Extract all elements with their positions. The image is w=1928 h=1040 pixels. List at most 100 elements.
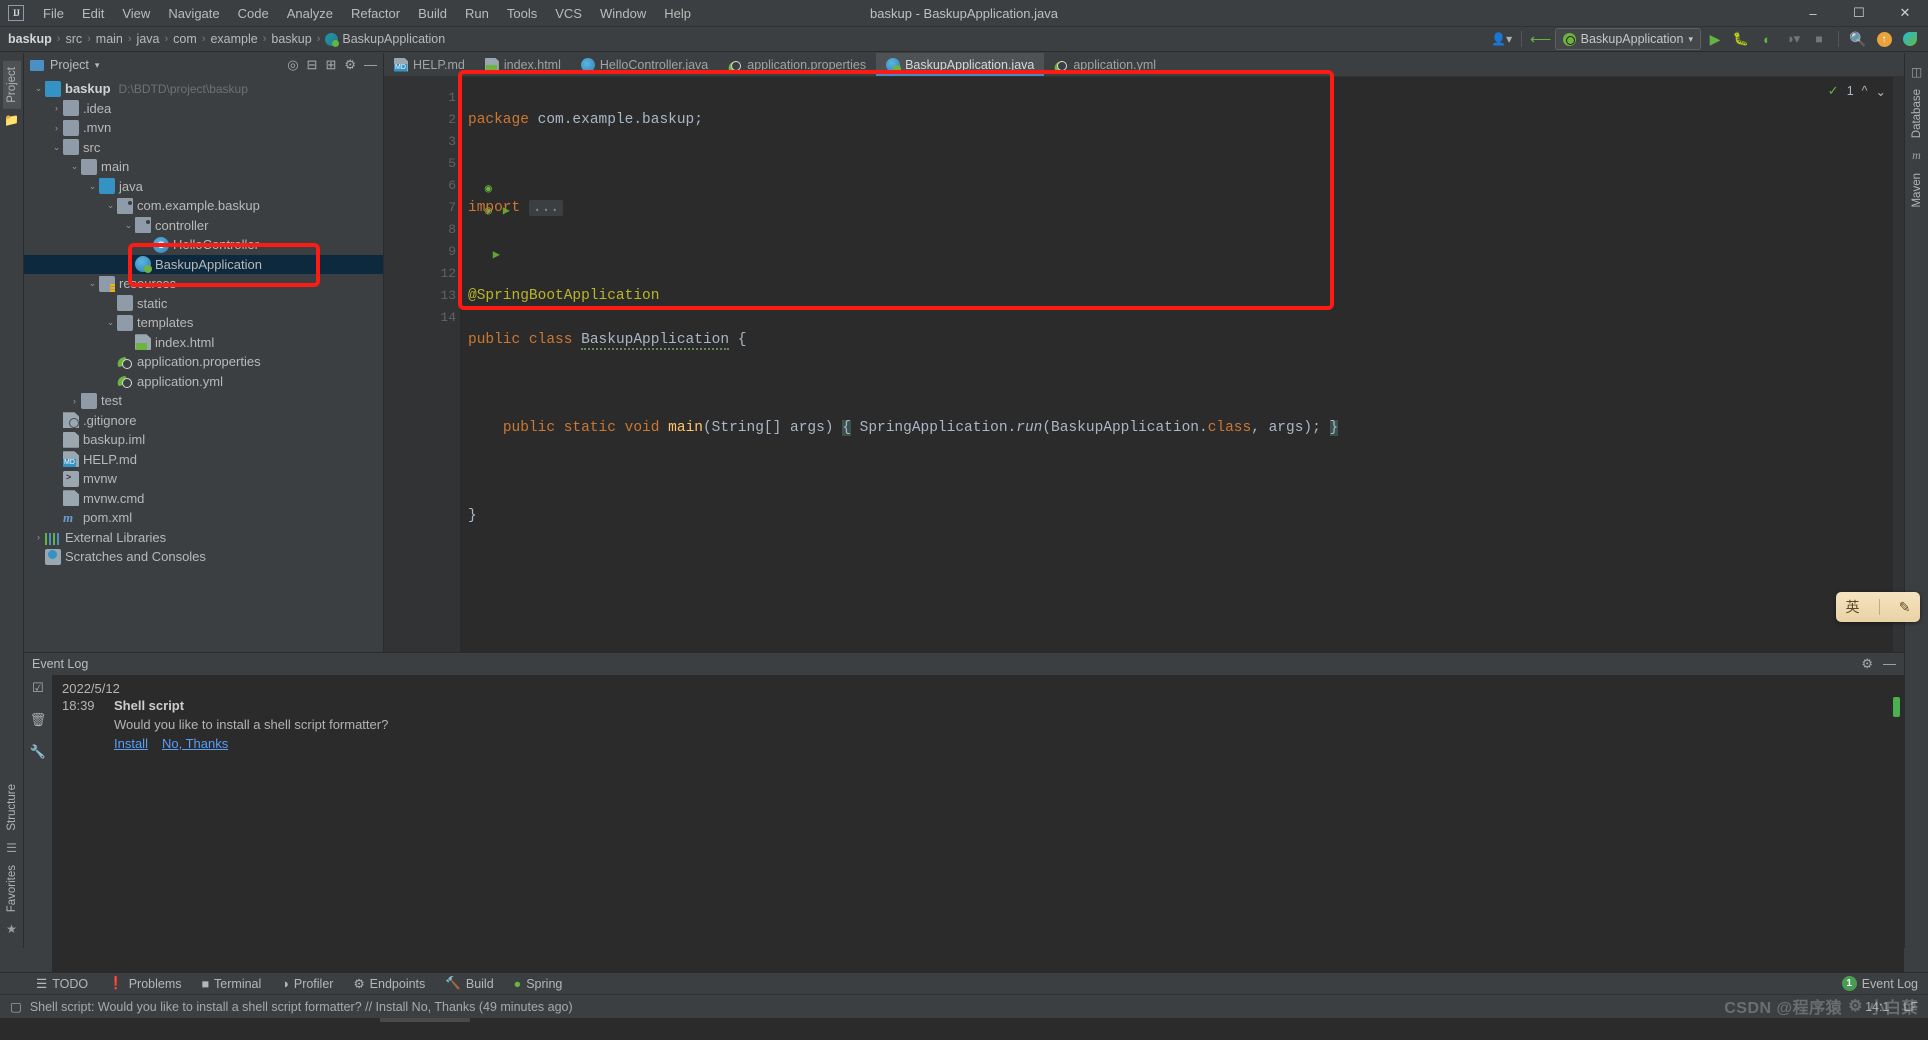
status-message[interactable]: Shell script: Would you like to install … xyxy=(30,1000,573,1014)
tree-item-help-md[interactable]: HELP.md xyxy=(24,450,383,470)
gutter-line-8[interactable]: 8 xyxy=(384,219,460,241)
gutter-line-13[interactable]: 13 xyxy=(384,285,460,307)
tree-item-index-html[interactable]: index.html xyxy=(24,333,383,353)
locate-icon[interactable]: ◎ xyxy=(287,57,298,73)
gutter-line-3[interactable]: 3 xyxy=(384,131,460,153)
caret-position[interactable]: 14:1 xyxy=(1865,1000,1889,1014)
editor-tab-baskupapplication-java[interactable]: BaskupApplication.java xyxy=(876,53,1045,76)
install-link[interactable]: Install xyxy=(114,736,148,751)
tree-item-gitignore[interactable]: .gitignore xyxy=(24,411,383,431)
ide-features-icon[interactable] xyxy=(1898,28,1922,50)
tree-expander[interactable]: ⌄ xyxy=(68,161,81,172)
tree-item-pom-xml[interactable]: m pom.xml xyxy=(24,508,383,528)
breadcrumb-baskup-pkg[interactable]: baskup xyxy=(271,32,311,46)
menu-edit[interactable]: Edit xyxy=(73,3,113,24)
tree-item-baskupapplication[interactable]: BaskupApplication xyxy=(24,254,383,274)
stop-icon[interactable]: ■ xyxy=(1807,28,1831,50)
tree-item-idea[interactable]: › .idea xyxy=(24,99,383,119)
tree-expander[interactable]: ⌄ xyxy=(86,278,99,289)
sidebar-tab-database[interactable]: Database xyxy=(1908,83,1926,144)
notifications-icon[interactable]: ↑ xyxy=(1872,28,1896,50)
gutter-line-9[interactable]: 9 ▶ xyxy=(384,241,500,263)
no-thanks-link[interactable]: No, Thanks xyxy=(162,736,228,751)
sidebar-tab-favorites[interactable]: Favorites xyxy=(3,859,21,918)
tree-item-controller[interactable]: ⌄ controller xyxy=(24,216,383,236)
debug-icon[interactable]: 🐛 xyxy=(1729,28,1753,50)
editor-tab-application-properties[interactable]: application.properties xyxy=(718,53,876,76)
breadcrumb-com[interactable]: com xyxy=(173,32,197,46)
breadcrumb-baskup[interactable]: baskup xyxy=(8,32,52,46)
tree-expander[interactable]: ⌄ xyxy=(104,317,117,328)
tool-window-terminal[interactable]: ■ Terminal xyxy=(191,977,271,991)
gutter-line-1[interactable]: 1 xyxy=(384,87,460,109)
tool-window-todo[interactable]: ☰ TODO xyxy=(26,976,98,992)
tree-item-templates[interactable]: ⌄ templates xyxy=(24,313,383,333)
tree-expander[interactable]: › xyxy=(32,532,45,542)
menu-code[interactable]: Code xyxy=(229,3,278,24)
tool-window-event-log[interactable]: 1 Event Log xyxy=(1832,976,1928,991)
tree-item-scratches-and-consoles[interactable]: Scratches and Consoles xyxy=(24,547,383,567)
gutter-line-14[interactable]: 14 xyxy=(384,307,460,329)
breadcrumb-baskupapplication[interactable]: BaskupApplication xyxy=(342,32,445,46)
tree-expander[interactable]: ⌄ xyxy=(122,220,135,231)
maximize-button[interactable]: ☐ xyxy=(1836,0,1882,27)
breadcrumb-java[interactable]: java xyxy=(137,32,160,46)
menu-file[interactable]: File xyxy=(34,3,73,24)
tree-item-com-example-baskup[interactable]: ⌄ com.example.baskup xyxy=(24,196,383,216)
ime-language-label[interactable]: 英 xyxy=(1846,597,1860,617)
breadcrumb-src[interactable]: src xyxy=(65,32,82,46)
tool-window-endpoints[interactable]: ⚙ Endpoints xyxy=(343,976,435,992)
menu-view[interactable]: View xyxy=(113,3,159,24)
sidebar-tab-structure[interactable]: Structure xyxy=(3,778,21,837)
hide-panel-icon[interactable]: — xyxy=(364,57,377,73)
tree-item-mvnw[interactable]: mvnw xyxy=(24,469,383,489)
taskbar-item[interactable] xyxy=(380,1018,470,1022)
tree-expander[interactable]: › xyxy=(68,396,81,406)
expand-all-icon[interactable]: ⊟ xyxy=(307,57,318,73)
minimize-button[interactable]: – xyxy=(1790,0,1836,27)
tree-item-hellocontroller[interactable]: C HelloController xyxy=(24,235,383,255)
tree-expander[interactable]: ⌄ xyxy=(86,181,99,192)
ime-tool-icon[interactable]: ✎ xyxy=(1899,599,1911,616)
menu-tools[interactable]: Tools xyxy=(498,3,546,24)
editor-tab-application-yml[interactable]: application.yml xyxy=(1044,53,1166,76)
gutter-line-12[interactable]: 12 xyxy=(384,263,460,285)
tree-expander[interactable]: ⌄ xyxy=(32,83,45,94)
settings-icon[interactable]: ⚙ xyxy=(1861,656,1873,672)
close-button[interactable]: ✕ xyxy=(1882,0,1928,27)
ime-language-popup[interactable]: 英 ✎ xyxy=(1836,592,1920,622)
collapse-all-icon[interactable]: ⊞ xyxy=(325,57,336,73)
sidebar-tab-project[interactable]: Project xyxy=(2,61,21,109)
tree-item-mvn[interactable]: › .mvn xyxy=(24,118,383,138)
tree-expander[interactable]: › xyxy=(50,123,63,133)
tree-expander[interactable]: ⌄ xyxy=(104,200,117,211)
next-highlight-icon[interactable]: ⌄ xyxy=(1876,84,1886,99)
menu-analyze[interactable]: Analyze xyxy=(278,3,342,24)
settings-wrench-icon[interactable]: 🔧 xyxy=(30,744,46,760)
editor-tab-hellocontroller-java[interactable]: HelloController.java xyxy=(571,53,718,76)
tree-item-baskup[interactable]: ⌄ baskup D:\BDTD\project\baskup xyxy=(24,79,383,99)
tree-item-static[interactable]: static xyxy=(24,294,383,314)
tree-item-src[interactable]: ⌄ src xyxy=(24,138,383,158)
tree-item-mvnw-cmd[interactable]: mvnw.cmd xyxy=(24,489,383,509)
user-icon[interactable]: 👤▾ xyxy=(1490,28,1514,50)
menu-vcs[interactable]: VCS xyxy=(546,3,591,24)
tree-expander[interactable]: › xyxy=(50,103,63,113)
chevron-down-icon[interactable]: ▾ xyxy=(95,60,100,71)
menu-window[interactable]: Window xyxy=(591,3,655,24)
tree-item-test[interactable]: › test xyxy=(24,391,383,411)
event-log-scrollbar[interactable] xyxy=(1893,697,1900,717)
run-configuration-selector[interactable]: BaskupApplication ▾ xyxy=(1554,28,1701,50)
tool-window-spring[interactable]: ● Spring xyxy=(504,977,573,991)
line-separator[interactable]: LF xyxy=(1903,1000,1918,1014)
editor-tab-help-md[interactable]: HELP.md xyxy=(384,53,475,76)
settings-icon[interactable]: ⚙ xyxy=(344,57,356,73)
hide-panel-icon[interactable]: — xyxy=(1883,656,1896,672)
tree-item-external-libraries[interactable]: › External Libraries xyxy=(24,528,383,548)
search-icon[interactable]: 🔍 xyxy=(1846,28,1870,50)
delete-icon[interactable]: 🗑 xyxy=(30,712,47,728)
editor-tab-bar[interactable]: HELP.md index.html HelloController.java app… xyxy=(384,53,1904,77)
editor-tab-index-html[interactable]: index.html xyxy=(475,53,571,76)
gutter-line-6[interactable]: 6 ◉ xyxy=(384,175,492,197)
mark-read-icon[interactable]: ☑ xyxy=(32,680,44,696)
